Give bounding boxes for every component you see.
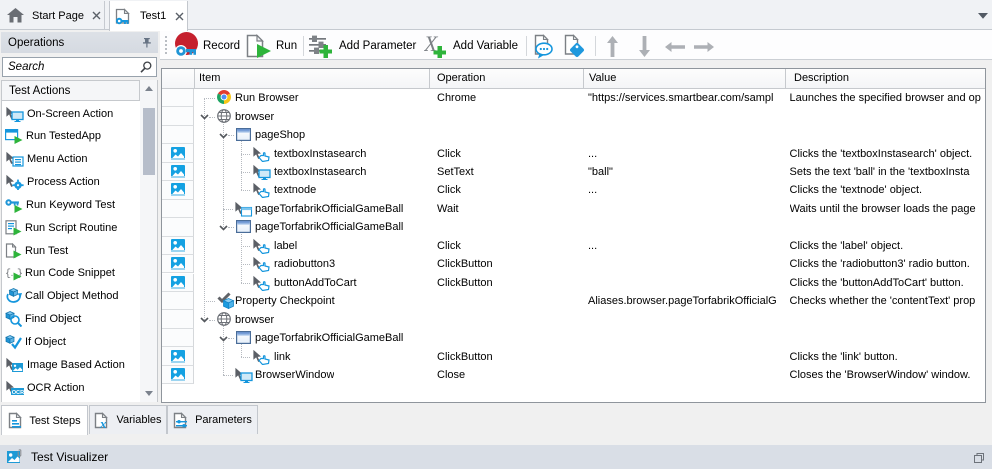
- svg-text:x: x: [99, 416, 107, 429]
- svg-text:OCR: OCR: [12, 389, 24, 395]
